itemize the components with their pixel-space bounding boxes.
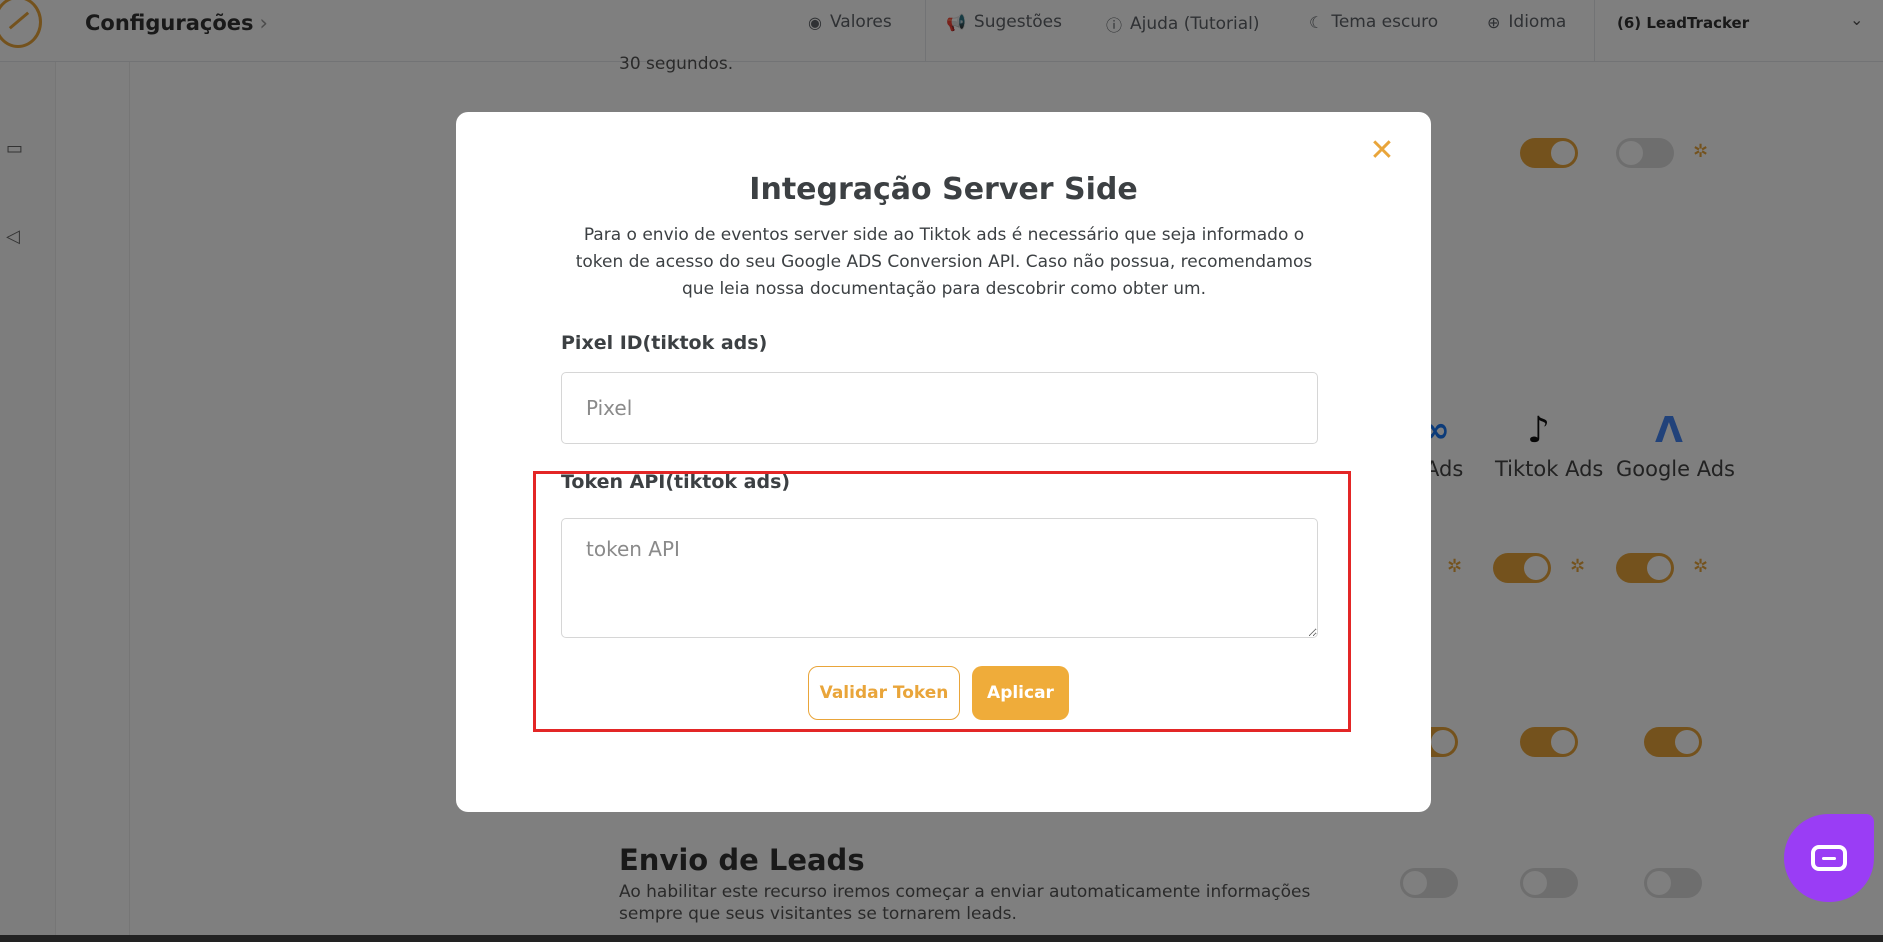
modal-description: Para o envio de eventos server side ao T… xyxy=(575,225,1313,299)
bottom-strip xyxy=(0,935,1883,942)
pixel-id-input[interactable] xyxy=(561,372,1318,444)
highlight-box xyxy=(533,471,1351,732)
close-icon[interactable]: ✕ xyxy=(1367,136,1397,166)
modal-title: Integração Server Side xyxy=(749,172,1138,207)
pixel-id-label: Pixel ID(tiktok ads) xyxy=(561,332,768,354)
chat-widget-button[interactable] xyxy=(1784,814,1874,902)
chat-icon xyxy=(1811,845,1847,871)
